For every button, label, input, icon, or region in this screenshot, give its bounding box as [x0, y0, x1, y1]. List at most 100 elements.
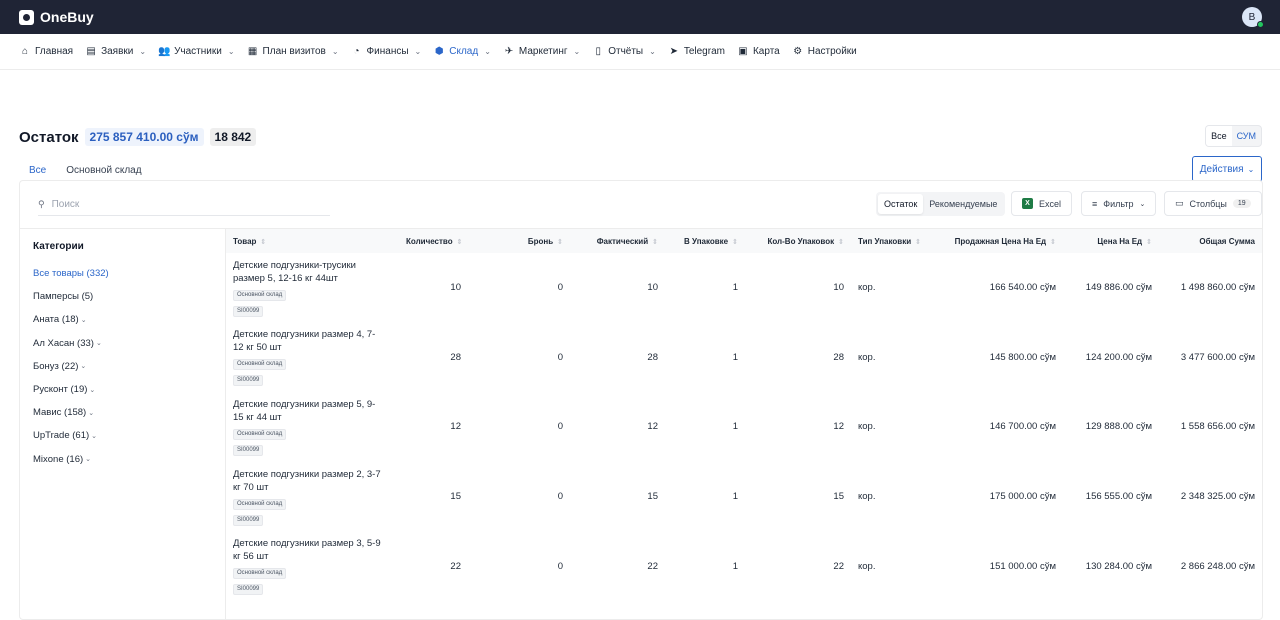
- column-header-product[interactable]: Товар ⇕: [226, 229, 399, 253]
- chevron-down-icon[interactable]: ⌄: [88, 409, 94, 417]
- column-header-sale-price[interactable]: Продажная Цена На Ед ⇕: [924, 229, 1063, 253]
- product-name[interactable]: Детские подгузники размер 4, 7-12 кг 50 …: [233, 328, 383, 354]
- column-header-actual[interactable]: Фактический ⇕: [570, 229, 665, 253]
- map-icon: ▣: [738, 46, 748, 57]
- category-item[interactable]: Бонуз (22) ⌄: [33, 355, 225, 378]
- cell-pack-count: 12: [833, 421, 844, 433]
- stock-table-wrap: Товар ⇕ Количество ⇕ Бронь ⇕ Фактический ⇕ В Упа…: [226, 229, 1262, 619]
- nav-item-finance[interactable]: ◔ Финансы ⌄: [351, 46, 422, 57]
- chevron-down-icon[interactable]: ⌄: [80, 362, 86, 370]
- category-item[interactable]: Mixone (16) ⌄: [33, 448, 225, 471]
- chevron-down-icon: ⌄: [1139, 200, 1146, 208]
- product-name[interactable]: Детские подгузники размер 2, 3-7 кг 70 ш…: [233, 468, 383, 494]
- cell-sale-price: 166 540.00 сўм: [989, 282, 1056, 294]
- brand-logo[interactable]: OneBuy: [19, 9, 94, 25]
- column-header-quantity[interactable]: Количество ⇕: [399, 229, 468, 253]
- chevron-down-icon: ⌄: [484, 47, 491, 56]
- nav-label: Telegram: [683, 46, 725, 57]
- view-mode-toggle: Остаток Рекомендуемые: [876, 192, 1006, 216]
- nav-item-telegram[interactable]: ➤ Telegram: [668, 46, 725, 57]
- nav-item-map[interactable]: ▣ Карта: [737, 46, 780, 57]
- column-header-pack-type[interactable]: Тип Упаковки ⇕: [851, 229, 924, 253]
- columns-button[interactable]: ▭ Столбцы 19: [1164, 191, 1262, 216]
- sort-icon: ⇕: [732, 238, 738, 246]
- category-item[interactable]: UpTrade (61) ⌄: [33, 424, 225, 447]
- category-item[interactable]: Аната (18) ⌄: [33, 308, 225, 331]
- category-item[interactable]: Мавис (158) ⌄: [33, 401, 225, 424]
- nav-item-warehouse[interactable]: ⬢ Склад ⌄: [433, 46, 491, 57]
- brand-name: OneBuy: [40, 9, 94, 25]
- mode-stock-button[interactable]: Остаток: [878, 194, 924, 214]
- category-item[interactable]: Памперсы (5): [33, 285, 225, 308]
- cell-pack-type: кор.: [858, 282, 876, 294]
- currency-sum-button[interactable]: СУМ: [1232, 126, 1261, 146]
- column-header-in-pack[interactable]: В Упаковке ⇕: [665, 229, 745, 253]
- category-item[interactable]: Все товары (332): [33, 262, 225, 285]
- chevron-down-icon: ⌄: [649, 47, 656, 56]
- nav-item-home[interactable]: ⌂ Главная: [19, 46, 73, 57]
- category-item[interactable]: Ал Хасан (33) ⌄: [33, 332, 225, 355]
- page-header: Остаток 275 857 410.00 сўм 18 842 Все СУ…: [0, 70, 1280, 188]
- currency-toggle: Все СУМ: [1205, 125, 1262, 147]
- category-label: UpTrade (61): [33, 430, 90, 442]
- table-row[interactable]: Детские подгузники размер 5, 9-15 кг 44 …: [226, 392, 1262, 462]
- table-row[interactable]: Детские подгузники размер 3, 5-9 кг 56 ш…: [226, 531, 1262, 601]
- cell-total-sum: 2 348 325.00 сўм: [1180, 491, 1255, 503]
- category-label: Все товары (332): [33, 268, 109, 280]
- table-row[interactable]: Детские подгузники размер 4, 7-12 кг 50 …: [226, 323, 1262, 393]
- sku-tag: SI00099: [233, 375, 264, 387]
- nav-item-reports[interactable]: ▯ Отчёты ⌄: [592, 46, 656, 57]
- actions-button[interactable]: Действия ⌄: [1192, 156, 1262, 182]
- cell-quantity: 22: [450, 560, 461, 572]
- nav-item-settings[interactable]: ⚙ Настройки: [792, 46, 857, 57]
- column-header-pack-count[interactable]: Кол-Во Упаковок ⇕: [745, 229, 851, 253]
- chevron-down-icon[interactable]: ⌄: [85, 455, 91, 463]
- cell-quantity: 10: [450, 282, 461, 294]
- column-header-total-sum[interactable]: Общая Сумма: [1159, 229, 1262, 253]
- cell-unit-price: 156 555.00 сўм: [1085, 491, 1152, 503]
- user-avatar[interactable]: B: [1242, 7, 1264, 28]
- product-cell: Детские подгузники размер 2, 3-7 кг 70 ш…: [226, 462, 399, 532]
- product-name[interactable]: Детские подгузники-трусики размер 5, 12-…: [233, 259, 383, 285]
- product-name[interactable]: Детские подгузники размер 5, 9-15 кг 44 …: [233, 398, 383, 424]
- table-body: Детские подгузники-трусики размер 5, 12-…: [226, 253, 1262, 601]
- chevron-down-icon[interactable]: ⌄: [91, 432, 97, 440]
- product-name[interactable]: Детские подгузники размер 3, 5-9 кг 56 ш…: [233, 537, 383, 563]
- currency-all-button[interactable]: Все: [1206, 126, 1232, 146]
- table-row[interactable]: Детские подгузники размер 2, 3-7 кг 70 ш…: [226, 462, 1262, 532]
- chevron-down-icon[interactable]: ⌄: [81, 316, 87, 324]
- nav-item-visit-plan[interactable]: ▦ План визитов ⌄: [247, 46, 339, 57]
- search-input[interactable]: [51, 199, 302, 210]
- chevron-down-icon[interactable]: ⌄: [89, 386, 95, 394]
- column-header-unit-price[interactable]: Цена На Ед ⇕: [1063, 229, 1159, 253]
- warehouse-tag: Основной склад: [233, 289, 287, 301]
- column-header-reserve[interactable]: Бронь ⇕: [468, 229, 570, 253]
- cell-actual: 22: [647, 560, 658, 572]
- product-cell: Детские подгузники-трусики размер 5, 12-…: [226, 253, 399, 323]
- cell-in-pack: 1: [732, 560, 738, 572]
- chevron-down-icon: ⌄: [573, 47, 581, 56]
- chevron-down-icon[interactable]: ⌄: [96, 339, 102, 347]
- mode-recommended-button[interactable]: Рекомендуемые: [923, 194, 1003, 214]
- cell-reserve: 0: [557, 491, 563, 503]
- category-item[interactable]: Русконт (19) ⌄: [33, 378, 225, 401]
- table-row[interactable]: Детские подгузники-трусики размер 5, 12-…: [226, 253, 1262, 323]
- excel-button[interactable]: X Excel: [1011, 191, 1073, 216]
- warehouse-tag: Основной склад: [233, 568, 287, 580]
- nav-label: Карта: [752, 46, 780, 57]
- visit-plan-icon: ▦: [247, 46, 258, 57]
- nav-item-orders[interactable]: ▤ Заявки ⌄: [85, 46, 146, 57]
- sort-icon: ⇕: [1050, 238, 1056, 246]
- nav-label: Финансы: [366, 46, 409, 57]
- filter-button[interactable]: ≡ Фильтр ⌄: [1081, 191, 1157, 216]
- sku-tag: SI00099: [233, 444, 264, 456]
- orders-icon: ▤: [86, 46, 96, 57]
- main-nav: ⌂ Главная ▤ Заявки ⌄ 👥 Участники ⌄ ▦ План визитов…: [0, 34, 1280, 70]
- cell-unit-price: 124 200.00 сўм: [1085, 351, 1152, 363]
- cell-actual: 28: [647, 351, 658, 363]
- nav-item-participants[interactable]: 👥 Участники ⌄: [158, 46, 234, 57]
- nav-item-marketing[interactable]: ✈ Маркетинг ⌄: [503, 46, 581, 57]
- cell-in-pack: 1: [732, 282, 738, 294]
- sort-icon: ⇕: [652, 238, 658, 246]
- product-cell: Детские подгузники размер 5, 9-15 кг 44 …: [226, 392, 399, 462]
